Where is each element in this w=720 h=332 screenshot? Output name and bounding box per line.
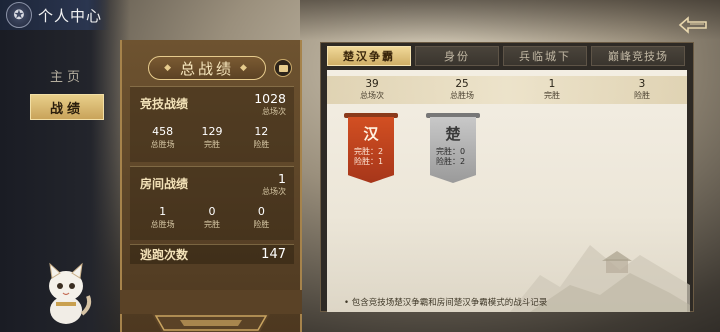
record-book-icon[interactable] — [274, 59, 292, 77]
mode-stat: 25 总胜场 — [450, 78, 474, 100]
footnote: • 包含竞技场楚汉争霸和房间楚汉争霸模式的战斗记录 — [344, 298, 548, 308]
escape-value: 147 — [261, 247, 286, 262]
competitive-total-unit: 总场次 — [262, 107, 286, 116]
mascot-cat-icon — [49, 262, 92, 324]
back-arrow-icon[interactable] — [678, 16, 708, 34]
banner-close-line: 险胜：2 — [436, 157, 466, 166]
banner-win-line: 完胜：2 — [354, 147, 384, 156]
panel-bottom-ornament — [120, 290, 302, 332]
mask-emblem-icon: ✪ — [6, 2, 32, 28]
title-bar: ✪ 个人中心 — [0, 0, 110, 30]
competitive-section: 竞技战绩 1028 总场次 458 总胜场 129 完胜 12 险胜 — [130, 86, 294, 162]
banner-character: 楚 — [445, 125, 461, 143]
room-total: 1 — [278, 171, 286, 186]
banner-close-line: 险胜：1 — [354, 157, 384, 166]
chu-faction-banner[interactable]: 楚 完胜：0 险胜：2 — [426, 113, 480, 185]
tab-chu-han[interactable]: 楚汉争霸 — [327, 46, 411, 66]
summary-title: 总战绩 — [148, 56, 266, 80]
banner-win-line: 完胜：0 — [436, 147, 466, 156]
escape-label: 逃跑次数 — [140, 248, 189, 262]
tab-siege[interactable]: 兵临城下 — [503, 46, 587, 66]
room-total-unit: 总场次 — [262, 187, 286, 196]
banner-character: 汉 — [363, 125, 379, 143]
han-faction-banner[interactable]: 汉 完胜：2 险胜：1 — [344, 113, 398, 185]
stat-cell: 12 险胜 — [253, 125, 270, 149]
tab-peak-arena[interactable]: 巅峰竞技场 — [591, 46, 685, 66]
nav-item-record[interactable]: 战绩 — [30, 94, 104, 120]
escape-row: 逃跑次数 147 — [130, 244, 294, 264]
nav-item-home[interactable]: 主页 — [30, 62, 104, 88]
stat-cell: 0 完胜 — [203, 205, 220, 229]
mode-stat: 39 总场次 — [360, 78, 384, 100]
side-nav: 主页 战绩 — [30, 62, 104, 126]
stat-cell: 458 总胜场 — [150, 125, 175, 149]
page-title: 个人中心 — [38, 6, 103, 25]
stat-cell: 0 险胜 — [253, 205, 270, 229]
room-label: 房间战绩 — [140, 177, 189, 191]
background-beams — [300, 0, 720, 40]
stat-cell: 1 总胜场 — [150, 205, 175, 229]
mode-stat: 3 险胜 — [634, 78, 650, 100]
competitive-label: 竞技战绩 — [140, 97, 189, 111]
mode-stats-strip: 39 总场次 25 总胜场 1 完胜 3 险胜 — [327, 76, 687, 104]
mode-tabs: 楚汉争霸 身份 兵临城下 巅峰竞技场 — [327, 46, 685, 66]
competitive-total: 1028 — [254, 91, 286, 106]
room-section: 房间战绩 1 总场次 1 总胜场 0 完胜 0 险胜 — [130, 166, 294, 240]
mode-stat: 1 完胜 — [544, 78, 560, 100]
stat-cell: 129 完胜 — [201, 125, 223, 149]
tab-identity[interactable]: 身份 — [415, 46, 499, 66]
